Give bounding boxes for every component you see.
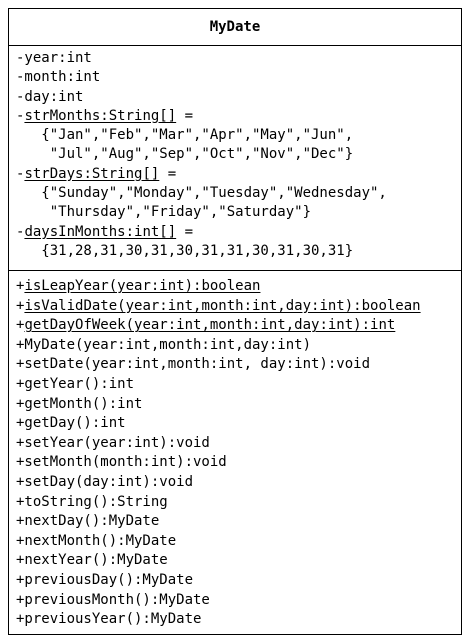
attribute-line: -month:int: [16, 69, 101, 86]
static-attribute-line: -strMonths:String[] =: [16, 107, 457, 126]
attribute-line: {31,28,31,30,31,30,31,31,30,31,30,31}: [16, 242, 354, 259]
static-method-line: +getDayOfWeek(year:int,month:int,day:int…: [16, 316, 457, 336]
attributes-compartment: -year:int -month:int -day:int -strMonths…: [9, 46, 461, 271]
static-method-line: +isValidDate(year:int,month:int,day:int)…: [16, 297, 457, 317]
method-line: +nextYear():MyDate: [16, 552, 168, 569]
method-line: +setMonth(month:int):void: [16, 454, 227, 471]
attribute-line: {"Jan","Feb","Mar","Apr","May","Jun",: [16, 127, 354, 144]
static-member-text: getDayOfWeek(year:int,month:int,day:int)…: [24, 317, 396, 334]
method-line: +getMonth():int: [16, 395, 143, 412]
static-member-text: daysInMonths:int[]: [24, 223, 177, 240]
method-line: +setYear(year:int):void: [16, 434, 210, 451]
attribute-line: "Jul","Aug","Sep","Oct","Nov","Dec"}: [16, 146, 354, 163]
static-attribute-line: -strDays:String[] =: [16, 165, 457, 184]
method-line: +previousYear():MyDate: [16, 611, 202, 628]
initializer-equals: =: [176, 107, 194, 124]
attribute-line: "Thursday","Friday","Saturday"}: [16, 204, 312, 221]
method-line: +toString():String: [16, 493, 168, 510]
static-member-text: strDays:String[]: [24, 165, 160, 182]
static-member-text: isLeapYear(year:int):boolean: [24, 278, 261, 294]
method-line: +nextMonth():MyDate: [16, 532, 177, 549]
attribute-line: {"Sunday","Monday","Tuesday","Wednesday"…: [16, 185, 387, 202]
static-member-text: isValidDate(year:int,month:int,day:int):…: [24, 297, 421, 314]
uml-class-box: MyDate -year:int -month:int -day:int -st…: [8, 8, 462, 635]
static-method-line: +isLeapYear(year:int):boolean: [16, 277, 457, 297]
attribute-line: -year:int: [16, 50, 92, 66]
method-line: +MyDate(year:int,month:int,day:int): [16, 336, 312, 353]
initializer-equals: =: [159, 165, 177, 182]
method-line: +getDay():int: [16, 415, 126, 432]
method-line: +previousDay():MyDate: [16, 571, 194, 588]
initializer-equals: =: [176, 223, 194, 240]
method-line: +nextDay():MyDate: [16, 513, 160, 530]
static-member-text: strMonths:String[]: [24, 107, 177, 124]
method-line: +setDate(year:int,month:int, day:int):vo…: [16, 356, 371, 373]
attribute-line: -day:int: [16, 88, 84, 105]
method-line: +getYear():int: [16, 375, 135, 392]
method-line: +setDay(day:int):void: [16, 473, 194, 490]
method-line: +previousMonth():MyDate: [16, 591, 210, 608]
methods-compartment: +isLeapYear(year:int):boolean +isValidDa…: [9, 271, 461, 630]
class-name: MyDate: [9, 9, 461, 46]
static-attribute-line: -daysInMonths:int[] =: [16, 223, 457, 242]
